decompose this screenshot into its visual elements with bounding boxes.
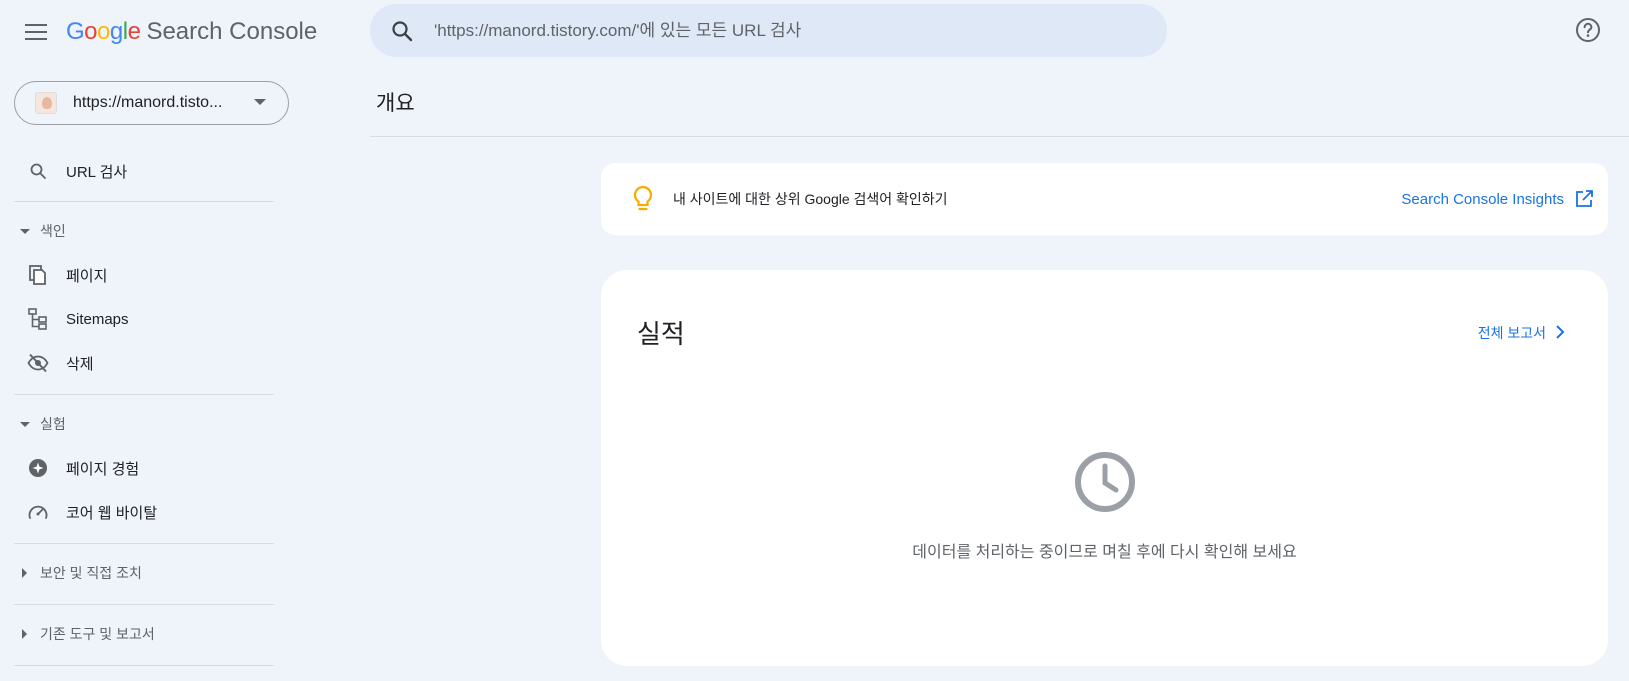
sidebar-divider (14, 394, 274, 395)
site-favicon (35, 92, 57, 114)
sidebar-divider (14, 604, 274, 605)
section-label: 색인 (40, 223, 66, 239)
sparkle-badge-icon (26, 456, 50, 480)
pages-icon (26, 263, 50, 287)
sidebar-item-sitemaps[interactable]: Sitemaps (0, 297, 290, 341)
section-security[interactable]: 보안 및 직접 조치 (0, 553, 290, 593)
section-label: 실험 (40, 416, 66, 432)
performance-title: 실적 (637, 319, 685, 349)
sidebar-item-label: Sitemaps (66, 310, 129, 328)
product-name: Search Console (146, 18, 318, 45)
open-in-new-icon[interactable] (1574, 189, 1594, 209)
sitemap-icon (26, 307, 50, 331)
expand-arrow-icon (22, 629, 27, 639)
url-inspection-search-bar[interactable] (370, 4, 1167, 57)
property-selector[interactable]: https://manord.tisto... (14, 81, 289, 125)
sidebar-item-label: 삭제 (66, 355, 94, 373)
collapse-arrow-icon (20, 228, 30, 234)
sidebar-item-core-web-vitals[interactable]: 코어 웹 바이탈 (0, 490, 290, 534)
section-index[interactable]: 색인 (0, 211, 290, 251)
sidebar-item-label: 코어 웹 바이탈 (66, 504, 158, 522)
page-title: 개요 (376, 92, 415, 115)
search-icon (392, 20, 413, 41)
property-url: https://manord.tisto... (73, 94, 223, 111)
google-wordmark: Google (66, 18, 141, 45)
chevron-right-icon[interactable] (1550, 322, 1570, 342)
sidebar-item-label: 페이지 (66, 267, 108, 285)
insight-text: 내 사이트에 대한 상위 Google 검색어 확인하기 (673, 191, 948, 207)
section-legacy-tools[interactable]: 기존 도구 및 보고서 (0, 614, 290, 654)
app-logo[interactable]: Google Search Console (66, 16, 317, 48)
sidebar-item-label: 페이지 경험 (66, 460, 140, 478)
insights-card: 내 사이트에 대한 상위 Google 검색어 확인하기 Search Cons… (601, 163, 1608, 235)
top-app-bar: Google Search Console (0, 0, 1629, 64)
sidebar-divider (14, 201, 274, 202)
performance-card: 실적 전체 보고서 데이터를 처리하는 중이므로 며칠 후에 다시 확인해 보세… (601, 270, 1608, 666)
clock-icon (1075, 452, 1135, 512)
sidebar-divider (14, 543, 274, 544)
visibility-off-icon (26, 351, 50, 375)
sidebar-item-pages[interactable]: 페이지 (0, 253, 290, 297)
lightbulb-icon (633, 185, 653, 211)
search-icon (26, 159, 50, 183)
sidebar-item-label: URL 검사 (66, 163, 128, 181)
processing-message: 데이터를 처리하는 중이므로 며칠 후에 다시 확인해 보세요 (912, 544, 1297, 561)
hamburger-menu-icon[interactable] (18, 14, 54, 50)
search-console-insights-link[interactable]: Search Console Insights (1401, 191, 1564, 208)
dropdown-arrow-icon (254, 99, 266, 105)
search-input[interactable] (434, 20, 1114, 41)
sidebar-item-url-inspection[interactable]: URL 검사 (0, 149, 290, 193)
section-label: 보안 및 직접 조치 (40, 565, 142, 581)
section-label: 기존 도구 및 보고서 (40, 626, 155, 642)
collapse-arrow-icon (20, 421, 30, 427)
sidebar-divider (14, 665, 274, 666)
sidebar-item-page-experience[interactable]: 페이지 경험 (0, 446, 290, 490)
expand-arrow-icon (22, 568, 27, 578)
sidebar-nav: https://manord.tisto... URL 검사 색인 페이지 Si… (0, 64, 290, 681)
full-report-link[interactable]: 전체 보고서 (1478, 323, 1546, 343)
sidebar-item-removals[interactable]: 삭제 (0, 341, 290, 385)
speedometer-icon (26, 500, 50, 524)
section-experience[interactable]: 실험 (0, 404, 290, 444)
title-divider (370, 136, 1629, 137)
help-circle-icon[interactable] (1572, 14, 1604, 46)
